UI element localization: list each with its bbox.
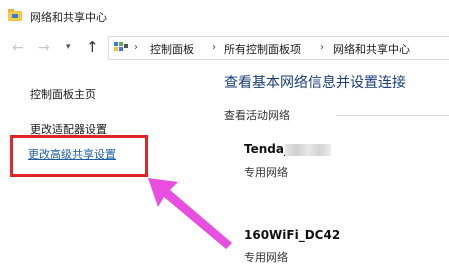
pointer-arrow-icon <box>148 178 232 249</box>
